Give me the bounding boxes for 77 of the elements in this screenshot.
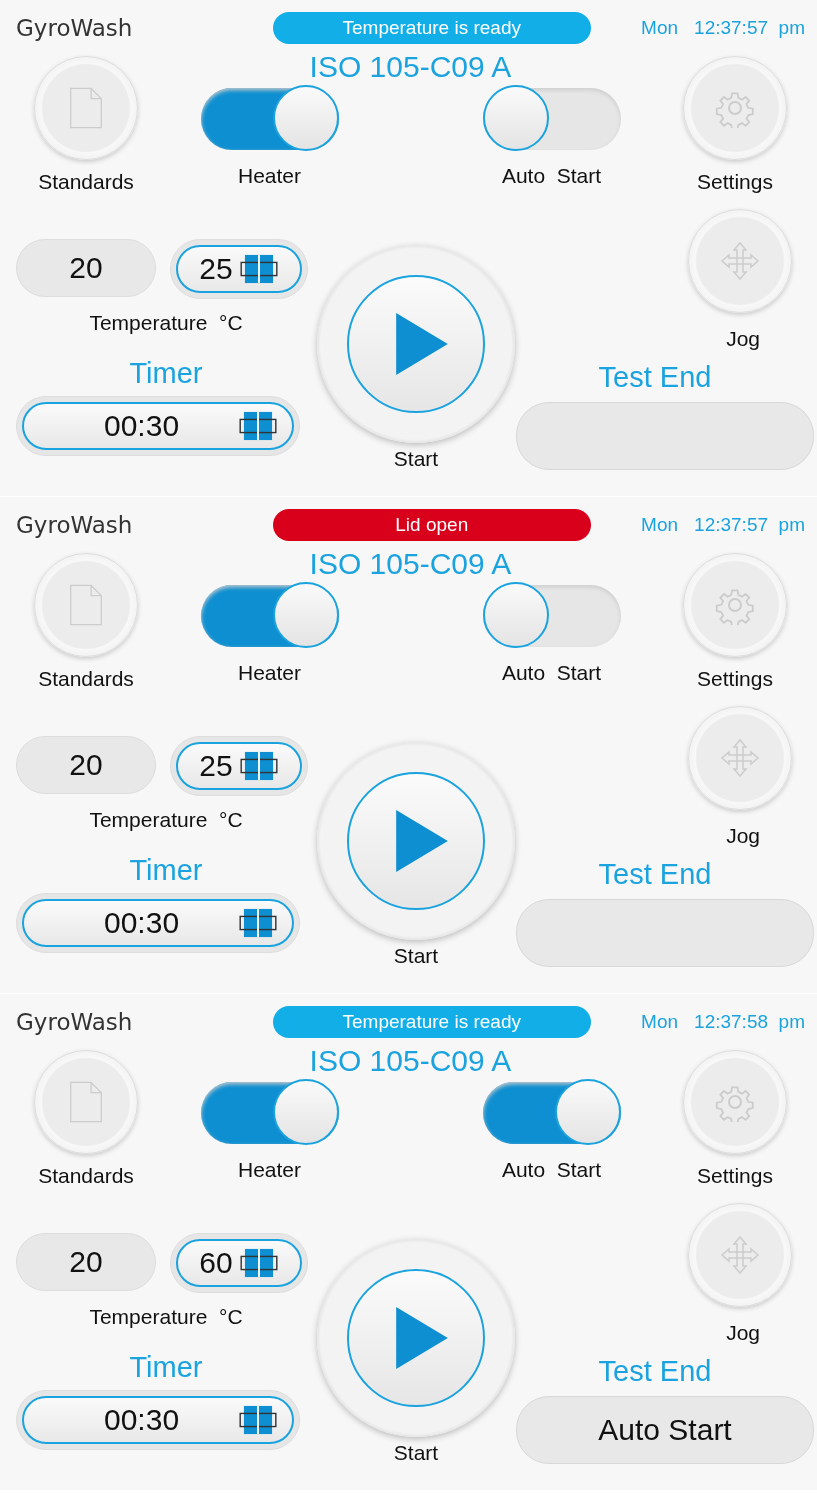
jog-button[interactable] [688, 1203, 792, 1307]
jog-button[interactable] [688, 706, 792, 810]
heater-toggle[interactable] [200, 88, 339, 150]
settings-label: Settings [697, 1164, 773, 1188]
test-end-field: Auto Start [516, 1396, 814, 1464]
standards-label: Standards [38, 667, 134, 691]
keypad-icon [238, 751, 279, 781]
set-temperature-field[interactable]: 25 [176, 245, 302, 293]
standard-title: ISO 105-C09 A [309, 547, 512, 581]
heater-toggle[interactable] [200, 585, 339, 647]
arrows-icon [720, 738, 760, 778]
day-label: Mon [641, 17, 679, 39]
actual-temperature: 20 [16, 736, 156, 794]
timer-field[interactable]: 00:30 [22, 899, 294, 947]
arrows-icon [720, 1235, 760, 1275]
auto-start-label: Auto Start [501, 1158, 602, 1182]
auto-start-label: Auto Start [501, 661, 602, 685]
status-banner: Lid open [272, 509, 591, 541]
settings-label: Settings [697, 667, 773, 691]
timer-label: Timer [129, 1351, 203, 1384]
settings-button[interactable] [683, 56, 787, 160]
test-end-label: Test End [598, 361, 712, 394]
start-label: Start [393, 1441, 439, 1465]
keypad-icon [238, 908, 278, 938]
day-label: Mon [641, 1011, 679, 1033]
document-icon [69, 1080, 103, 1124]
heater-label: Heater [238, 164, 301, 188]
set-temperature-field[interactable]: 60 [176, 1239, 302, 1287]
status-banner: Temperature is ready [272, 1006, 591, 1038]
auto-start-label: Auto Start [501, 164, 602, 188]
time-label: 12:37:58 pm [694, 1011, 805, 1033]
set-temperature-field[interactable]: 25 [176, 742, 302, 790]
temperature-label: Temperature °C [89, 1305, 243, 1329]
app-name: GyroWash [16, 15, 133, 41]
app-name: GyroWash [16, 1009, 133, 1035]
settings-button[interactable] [683, 1050, 787, 1154]
settings-label: Settings [697, 170, 773, 194]
timer-field[interactable]: 00:30 [22, 1396, 294, 1444]
start-label: Start [393, 944, 439, 968]
heater-label: Heater [238, 661, 301, 685]
jog-label: Jog [726, 1321, 760, 1345]
play-icon [396, 1307, 448, 1369]
time-label: 12:37:57 pm [694, 17, 805, 39]
document-icon [69, 583, 103, 627]
test-end-label: Test End [598, 858, 712, 891]
temperature-label: Temperature °C [89, 311, 243, 335]
jog-label: Jog [726, 327, 760, 351]
play-icon [396, 313, 448, 375]
play-icon [396, 810, 448, 872]
standards-label: Standards [38, 170, 134, 194]
app-name: GyroWash [16, 512, 133, 538]
timer-field[interactable]: 00:30 [22, 402, 294, 450]
test-end-label: Test End [598, 1355, 712, 1388]
day-label: Mon [641, 514, 679, 536]
standard-title: ISO 105-C09 A [309, 50, 512, 84]
auto-start-toggle[interactable] [482, 1082, 621, 1144]
keypad-icon [238, 1248, 279, 1278]
start-label: Start [393, 447, 439, 471]
arrows-icon [720, 241, 760, 281]
time-label: 12:37:57 pm [694, 514, 805, 536]
timer-label: Timer [129, 357, 203, 390]
temperature-label: Temperature °C [89, 808, 243, 832]
jog-label: Jog [726, 824, 760, 848]
jog-button[interactable] [688, 209, 792, 313]
standard-title: ISO 105-C09 A [309, 1044, 512, 1078]
heater-label: Heater [238, 1158, 301, 1182]
keypad-icon [238, 1405, 278, 1435]
actual-temperature: 20 [16, 1233, 156, 1291]
heater-toggle[interactable] [200, 1082, 339, 1144]
standards-label: Standards [38, 1164, 134, 1188]
keypad-icon [238, 254, 279, 284]
actual-temperature: 20 [16, 239, 156, 297]
timer-label: Timer [129, 854, 203, 887]
settings-button[interactable] [683, 553, 787, 657]
document-icon [69, 86, 103, 130]
keypad-icon [238, 411, 278, 441]
status-banner: Temperature is ready [272, 12, 591, 44]
